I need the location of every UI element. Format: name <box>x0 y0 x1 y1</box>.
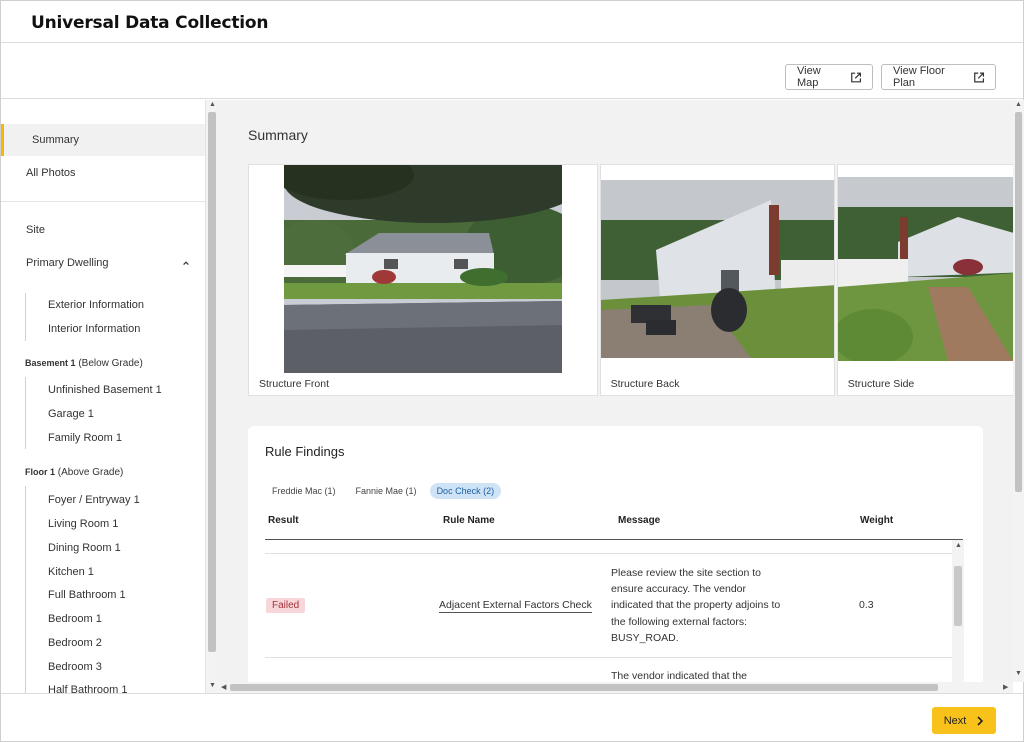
group-name: Floor 1 <box>25 467 56 477</box>
view-map-label: View Map <box>797 65 821 89</box>
next-button[interactable]: Next <box>932 707 996 734</box>
view-map-button[interactable]: View Map <box>785 64 873 90</box>
external-link-icon <box>851 72 861 82</box>
main-vertical-scrollbar[interactable]: ▲ ▼ <box>1013 100 1024 682</box>
sidebar-scroll-thumb[interactable] <box>208 112 216 652</box>
table-scroll-thumb[interactable] <box>954 566 962 626</box>
scroll-left-arrow[interactable]: ◀ <box>221 683 226 691</box>
sidebar-item-unfinished-basement-1[interactable]: Unfinished Basement 1 <box>48 384 162 396</box>
sidebar-item-site[interactable]: Site <box>1 214 205 246</box>
group-grade: (Below Grade) <box>78 358 143 369</box>
app-title: Universal Data Collection <box>31 13 269 33</box>
column-header-message[interactable]: Message <box>618 515 660 526</box>
scroll-up-arrow[interactable]: ▲ <box>955 542 962 549</box>
scroll-up-arrow[interactable]: ▲ <box>209 101 216 108</box>
chevron-right-icon <box>977 715 984 726</box>
sidebar-nav: Summary All Photos Site Primary Dwelling… <box>1 100 206 693</box>
group-grade: (Above Grade) <box>57 467 124 478</box>
view-floor-plan-button[interactable]: View Floor Plan <box>881 64 996 90</box>
structure-side-image <box>837 177 1013 361</box>
rule-source-tabs: Freddie Mac (1) Fannie Mae (1) Doc Check… <box>265 483 502 499</box>
sidebar-item-bedroom-1[interactable]: Bedroom 1 <box>48 613 102 625</box>
column-header-result[interactable]: Result <box>268 515 299 526</box>
scroll-down-arrow[interactable]: ▼ <box>1015 670 1022 677</box>
rule-findings-card: Rule Findings Freddie Mac (1) Fannie Mae… <box>248 426 983 682</box>
tab-fannie-mae[interactable]: Fannie Mae (1) <box>349 483 424 499</box>
page-title: Summary <box>248 127 308 143</box>
sidebar-item-all-photos[interactable]: All Photos <box>1 157 205 189</box>
photo-caption: Structure Front <box>259 378 330 390</box>
sidebar-item-kitchen-1[interactable]: Kitchen 1 <box>48 566 94 578</box>
rule-message: The vendor indicated that the <box>611 670 748 682</box>
scroll-down-arrow[interactable]: ▼ <box>209 682 216 689</box>
action-bar: View Map View Floor Plan <box>1 44 1023 99</box>
main-horizontal-scrollbar[interactable]: ◀ ▶ <box>218 682 1013 693</box>
tree-line <box>25 486 26 693</box>
tab-freddie-mac[interactable]: Freddie Mac (1) <box>265 483 343 499</box>
sidebar-item-label: Site <box>26 224 45 236</box>
next-label: Next <box>943 714 967 727</box>
photo-structure-back[interactable]: Structure Back <box>599 164 835 396</box>
view-floor-plan-label: View Floor Plan <box>893 65 945 89</box>
photo-structure-front[interactable]: Structure Front <box>248 164 598 396</box>
structure-back-image <box>600 180 834 358</box>
photo-structure-side[interactable]: Structure Side <box>836 164 1013 396</box>
column-header-weight[interactable]: Weight <box>860 515 893 526</box>
status-badge: Failed <box>266 598 306 613</box>
sidebar-item-full-bathroom-1[interactable]: Full Bathroom 1 <box>48 589 126 601</box>
main-scroll-thumb[interactable] <box>1015 112 1022 492</box>
main-hscroll-thumb[interactable] <box>230 684 938 691</box>
row-divider <box>265 657 952 658</box>
sidebar-divider <box>1 201 205 202</box>
sidebar-item-interior-information[interactable]: Interior Information <box>48 323 140 335</box>
sidebar-item-label: Primary Dwelling <box>26 257 109 269</box>
group-floor-1: Floor 1 (Above Grade) <box>25 467 123 478</box>
rule-message: Please review the site section to ensure… <box>611 567 781 644</box>
structure-front-image <box>284 165 562 373</box>
app-window: Universal Data Collection View Map View … <box>0 0 1024 742</box>
table-scrollbar[interactable]: ▲ <box>952 540 964 682</box>
sidebar-item-family-room-1[interactable]: Family Room 1 <box>48 432 122 444</box>
scroll-up-arrow[interactable]: ▲ <box>1015 101 1022 108</box>
external-link-icon <box>973 72 984 82</box>
tree-line <box>25 293 26 341</box>
sidebar-item-summary[interactable]: Summary <box>1 124 205 156</box>
chevron-up-icon[interactable] <box>182 259 190 267</box>
sidebar-item-primary-dwelling[interactable]: Primary Dwelling <box>1 247 205 279</box>
rule-weight: 0.3 <box>859 599 874 611</box>
rule-name-link[interactable]: Adjacent External Factors Check <box>439 599 592 613</box>
top-bar: Universal Data Collection <box>1 1 1023 43</box>
sidebar-item-dining-room-1[interactable]: Dining Room 1 <box>48 542 121 554</box>
sidebar-item-label: All Photos <box>26 167 76 179</box>
sidebar-item-living-room-1[interactable]: Living Room 1 <box>48 518 118 530</box>
column-header-rule-name[interactable]: Rule Name <box>443 515 495 526</box>
photo-strip: Structure Front Structure Back Structure… <box>248 164 1013 396</box>
group-name: Basement 1 <box>25 358 76 368</box>
sidebar-item-label: Summary <box>32 134 80 146</box>
main-content: Summary Structure Front Structure Back S… <box>218 100 1013 682</box>
sidebar-scrollbar[interactable]: ▲ ▼ <box>206 100 218 693</box>
sidebar-item-garage-1[interactable]: Garage 1 <box>48 408 94 420</box>
header-divider <box>265 539 963 540</box>
scroll-right-arrow[interactable]: ▶ <box>1003 683 1008 691</box>
group-basement-1: Basement 1 (Below Grade) <box>25 358 143 369</box>
sidebar-item-half-bathroom-1[interactable]: Half Bathroom 1 <box>48 684 127 693</box>
photo-caption: Structure Back <box>610 378 680 390</box>
tab-doc-check[interactable]: Doc Check (2) <box>429 483 502 499</box>
rule-findings-title: Rule Findings <box>265 444 345 459</box>
sidebar-item-exterior-information[interactable]: Exterior Information <box>48 299 144 311</box>
photo-caption: Structure Side <box>847 378 915 390</box>
sidebar-item-bedroom-3[interactable]: Bedroom 3 <box>48 661 102 673</box>
footer-bar: Next <box>1 693 1023 741</box>
row-divider <box>265 553 952 554</box>
sidebar-item-foyer-entryway-1[interactable]: Foyer / Entryway 1 <box>48 494 140 506</box>
tree-line <box>25 377 26 449</box>
sidebar-item-bedroom-2[interactable]: Bedroom 2 <box>48 637 102 649</box>
